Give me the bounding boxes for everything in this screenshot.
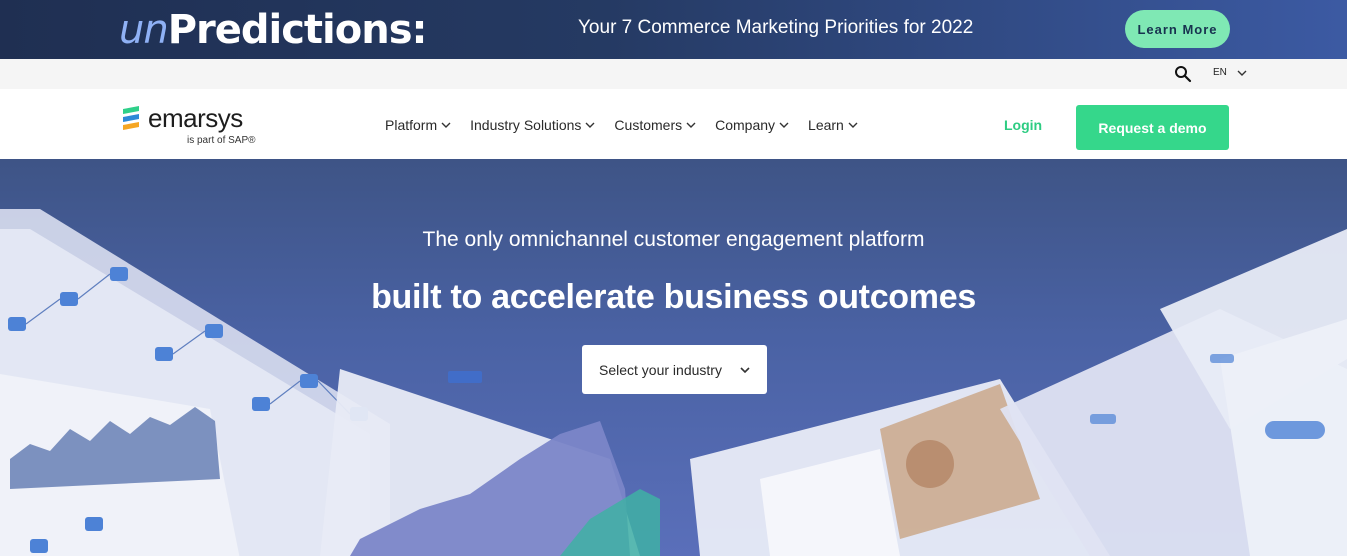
- chevron-down-icon: [848, 122, 858, 128]
- language-selector[interactable]: EN: [1213, 67, 1247, 78]
- chevron-down-icon: [585, 122, 595, 128]
- nav-item-label: Platform: [385, 117, 438, 133]
- nav-item-label: Company: [715, 117, 776, 133]
- nav-menu: Platform Industry Solutions Customers Co…: [385, 117, 858, 133]
- hero-section: The only omnichannel customer engagement…: [0, 159, 1347, 556]
- logo-wordmark: emarsys: [148, 103, 243, 133]
- chevron-down-icon: [686, 122, 696, 128]
- chevron-down-icon: [441, 122, 451, 128]
- nav-item-learn[interactable]: Learn: [808, 117, 858, 133]
- nav-item-label: Learn: [808, 117, 844, 133]
- chevron-down-icon: [740, 367, 750, 373]
- promo-banner: unPredictions: Your 7 Commerce Marketing…: [0, 0, 1347, 59]
- nav-item-customers[interactable]: Customers: [614, 117, 696, 133]
- logo-mark-icon: [123, 106, 139, 130]
- chevron-down-icon: [1237, 70, 1247, 76]
- promo-title-prefix: un: [119, 7, 169, 53]
- industry-select-label: Select your industry: [599, 361, 722, 378]
- chevron-down-icon: [779, 122, 789, 128]
- emarsys-logo[interactable]: emarsys is part of SAP®: [119, 103, 269, 147]
- nav-item-label: Industry Solutions: [470, 117, 582, 133]
- utility-bar: EN: [0, 59, 1347, 89]
- industry-select-dropdown[interactable]: Select your industry: [582, 345, 767, 394]
- main-navigation: emarsys is part of SAP® Platform Industr…: [0, 89, 1347, 159]
- hero-title: built to accelerate business outcomes: [371, 278, 976, 316]
- nav-item-label: Customers: [614, 117, 683, 133]
- nav-item-company[interactable]: Company: [715, 117, 789, 133]
- promo-text: Your 7 Commerce Marketing Priorities for…: [578, 17, 974, 38]
- nav-item-platform[interactable]: Platform: [385, 117, 451, 133]
- search-icon[interactable]: [1174, 65, 1192, 83]
- request-demo-button[interactable]: Request a demo: [1076, 105, 1229, 150]
- promo-title: unPredictions:: [119, 7, 428, 53]
- promo-title-main: Predictions:: [167, 7, 428, 53]
- nav-item-industry-solutions[interactable]: Industry Solutions: [470, 117, 595, 133]
- learn-more-button[interactable]: Learn More: [1125, 10, 1230, 48]
- hero-subtitle: The only omnichannel customer engagement…: [422, 228, 925, 251]
- logo-subtitle: is part of SAP®: [187, 135, 256, 146]
- language-label: EN: [1213, 67, 1227, 78]
- login-link[interactable]: Login: [1004, 117, 1042, 133]
